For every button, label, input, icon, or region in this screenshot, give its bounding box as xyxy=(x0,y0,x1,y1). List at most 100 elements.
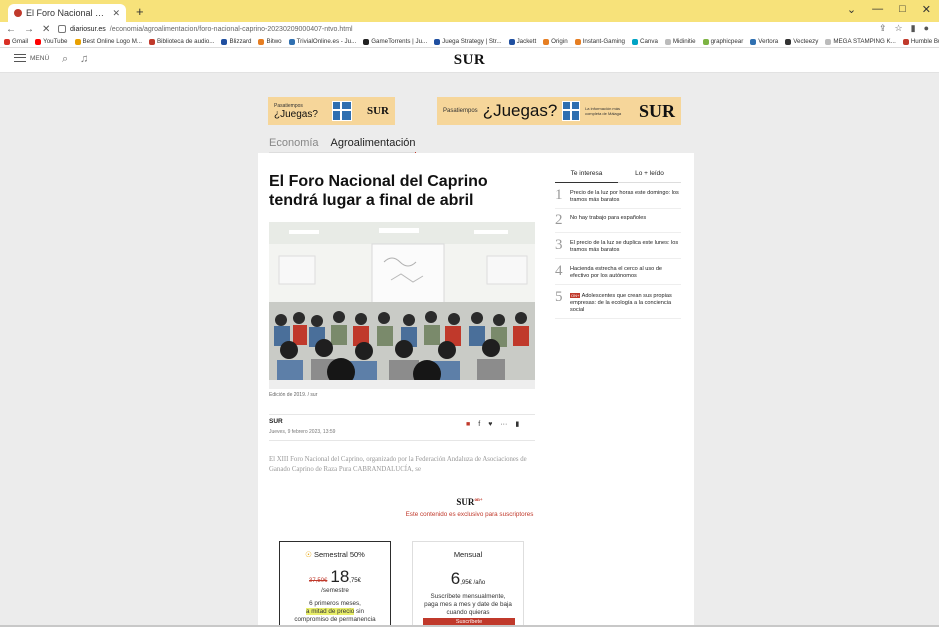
ad-small-juegas: ¿Juegas? xyxy=(274,108,318,120)
list-item[interactable]: 3 El precio de la luz se duplica este lu… xyxy=(555,238,681,254)
bookmark-favicon-icon xyxy=(508,38,515,45)
mail-icon[interactable]: ■ xyxy=(466,421,470,428)
facebook-icon[interactable]: f xyxy=(478,421,480,428)
paywall-fade xyxy=(262,470,537,494)
bookmark-item[interactable]: Humble Bundle xyxy=(902,38,939,45)
bookmark-label: Juega Strategy | Str... xyxy=(442,38,502,45)
bookmark-icon[interactable]: ▮ xyxy=(515,420,519,428)
back-icon[interactable]: ← xyxy=(6,24,16,35)
list-item[interactable]: 4 Hacienda estrecha el cerco al uso de e… xyxy=(555,264,681,280)
rank-text: Precio de la luz por horas este domingo:… xyxy=(570,190,679,203)
plan-name: ☉ Semestral 50% xyxy=(280,550,390,559)
profile-icon[interactable]: ● xyxy=(924,23,929,34)
article-date: Jueves, 9 febrero 2023, 13:59 xyxy=(269,429,336,435)
rank-text: Hacienda estrecha el cerco al uso de efe… xyxy=(570,266,663,279)
article-headline: El Foro Nacional del Caprino tendrá luga… xyxy=(269,173,488,209)
conference-photo xyxy=(269,222,535,389)
old-price: 37,50€ xyxy=(309,578,328,584)
bookmark-favicon-icon xyxy=(35,38,42,45)
plan-mensual[interactable]: Mensual 6,95€ /año Suscríbete mensualmen… xyxy=(412,541,524,627)
plan-semestral[interactable]: ☉ Semestral 50% 37,50€ 18,75€ /semestre 6… xyxy=(279,541,391,627)
bookmark-item[interactable]: Gmail xyxy=(4,38,28,45)
bookmark-label: MEGA STAMPING K... xyxy=(833,38,896,45)
bookmark-item[interactable]: Midinitie xyxy=(664,38,696,45)
plan-desc-line: a mitad de precio sin xyxy=(280,608,390,616)
bookmark-item[interactable]: Canva xyxy=(632,38,658,45)
stop-icon[interactable]: ✕ xyxy=(42,24,50,35)
url-path: /economia/agroalimentacion/foro-nacional… xyxy=(109,25,353,33)
share-tools: ■ f ♥ ··· ▮ xyxy=(466,420,519,429)
list-item[interactable]: 1 Precio de la luz por horas este doming… xyxy=(555,188,681,204)
url-field[interactable]: diariosur.es/economia/agroalimentacion/f… xyxy=(58,24,848,34)
tab-te-interesa[interactable]: Te interesa xyxy=(555,170,618,183)
rank-text: No hay trabajo para españoles xyxy=(570,215,647,221)
close-window-button[interactable]: ✕ xyxy=(922,3,931,16)
article-photo xyxy=(269,222,535,389)
bookmark-item[interactable]: Vecteezy xyxy=(785,38,818,45)
bookmark-item[interactable]: graphicpear xyxy=(702,38,743,45)
ad-big-juegas: ¿Juegas? xyxy=(482,101,558,120)
bookmark-label: Vertora xyxy=(758,38,779,45)
bookmark-label: Canva xyxy=(640,38,658,45)
twitter-icon[interactable]: ♥ xyxy=(488,421,492,428)
list-item[interactable]: 2 No hay trabajo para españoles xyxy=(555,213,681,228)
bookmark-item[interactable]: Juega Strategy | Str... xyxy=(434,38,502,45)
bookmark-item[interactable]: Jackett xyxy=(508,38,537,45)
bookmark-item[interactable]: MEGA STAMPING K... xyxy=(825,38,896,45)
bookmark-favicon-icon xyxy=(258,38,265,45)
star-icon[interactable]: ☆ xyxy=(895,23,903,34)
window-controls: ⌄ — □ ✕ xyxy=(847,3,931,16)
rank-number: 4 xyxy=(555,263,563,279)
bookmark-item[interactable]: Instant-Gaming xyxy=(574,38,625,45)
share-icon[interactable]: ⇪ xyxy=(879,23,887,34)
site-logo[interactable]: SUR xyxy=(0,52,939,69)
divider xyxy=(555,318,681,319)
bookmark-label: Jackett xyxy=(516,38,537,45)
tab-lo-mas-leido[interactable]: Lo + leído xyxy=(618,170,681,183)
on-plus-badge: ON+ xyxy=(570,293,581,298)
site-favicon xyxy=(14,9,22,17)
bookmark-favicon-icon xyxy=(785,38,792,45)
list-item[interactable]: 5 ON+ Adolescentes que crean sus propias… xyxy=(555,290,681,314)
medal-icon: ☉ xyxy=(305,550,312,559)
new-tab-button[interactable]: + xyxy=(136,4,144,19)
plan-name: Mensual xyxy=(453,550,483,559)
browser-tab[interactable]: El Foro Nacional del Caprino ten... ✕ xyxy=(8,4,126,22)
bookmark-item[interactable]: Best Online Logo M... xyxy=(74,38,142,45)
rank-number: 2 xyxy=(555,212,563,228)
bookmark-favicon-icon xyxy=(221,38,228,45)
bookmark-item[interactable]: Origin xyxy=(543,38,568,45)
maximize-button[interactable]: □ xyxy=(899,3,906,16)
ad-big-pre: Pasatiempos xyxy=(443,108,478,114)
more-icon[interactable]: ··· xyxy=(500,421,507,428)
bookmark-label: Origin xyxy=(551,38,568,45)
plan-desc-highlight: a mitad de precio xyxy=(305,608,355,615)
bookmark-item[interactable]: Blizzard xyxy=(221,38,251,45)
bookmark-item[interactable]: Biblioteca de audio... xyxy=(149,38,214,45)
plan-desc-c: cuando quieras xyxy=(446,609,490,616)
tab-title: El Foro Nacional del Caprino ten... xyxy=(26,8,108,18)
bookmark-favicon-icon xyxy=(702,38,709,45)
sidebar-icon[interactable]: ▮ xyxy=(911,23,916,34)
bookmark-item[interactable]: TrivialOnline.es - Ju... xyxy=(288,38,357,45)
bookmark-favicon-icon xyxy=(149,38,156,45)
tab-search-icon[interactable]: ⌄ xyxy=(847,3,856,16)
bookmark-favicon-icon xyxy=(74,38,81,45)
forward-icon[interactable]: → xyxy=(24,24,34,35)
address-bar-icons: ⇪ ☆ ▮ ● xyxy=(879,23,929,34)
ad-banner-small[interactable]: Pasatiempos ¿Juegas? SUR xyxy=(268,97,395,125)
bookmark-item[interactable]: Vertora xyxy=(750,38,778,45)
bookmark-item[interactable]: Bitwo xyxy=(258,38,282,45)
nav-buttons: ← → ✕ xyxy=(6,22,50,36)
rank-number: 3 xyxy=(555,237,563,253)
bookmark-item[interactable]: YouTube xyxy=(35,38,68,45)
bookmark-label: GameTorrents | Ju... xyxy=(371,38,428,45)
tab-close-icon[interactable]: ✕ xyxy=(112,8,120,19)
puzzle-icon xyxy=(332,101,353,121)
rank-text: ON+ Adolescentes que crean sus propias e… xyxy=(570,290,681,314)
ad-banner-big[interactable]: Pasatiempos ¿Juegas? La información más … xyxy=(437,97,681,125)
bookmark-item[interactable]: GameTorrents | Ju... xyxy=(363,38,427,45)
plan-price: 6,95€ /año xyxy=(413,569,523,589)
bookmark-label: TrivialOnline.es - Ju... xyxy=(296,38,357,45)
minimize-button[interactable]: — xyxy=(872,3,883,16)
